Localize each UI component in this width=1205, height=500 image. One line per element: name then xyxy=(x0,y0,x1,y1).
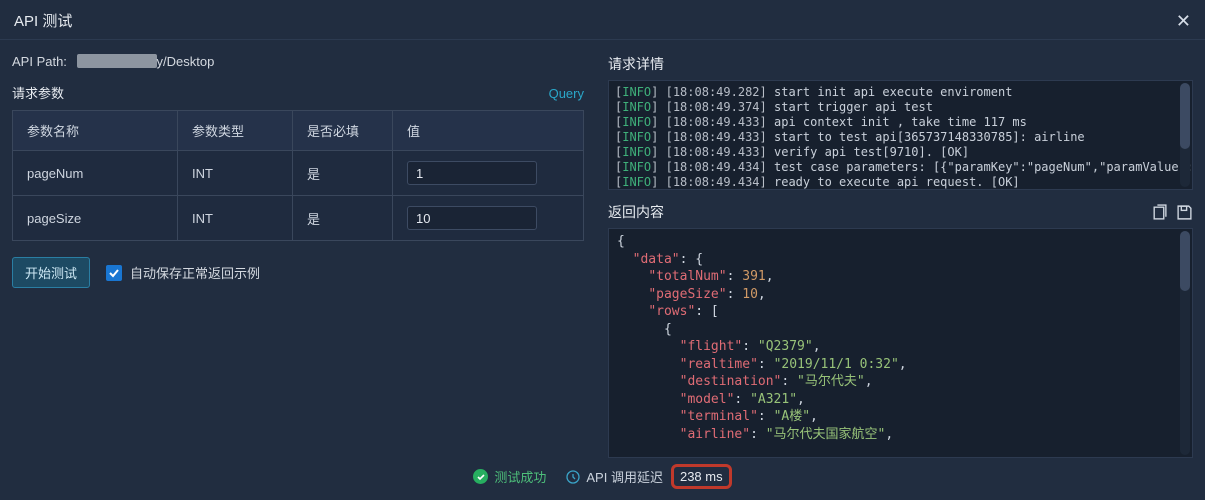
close-icon[interactable]: ✕ xyxy=(1176,12,1191,30)
left-pane: API Path: y/Desktop 请求参数 Query 参数名称 参数类型… xyxy=(12,54,584,458)
table-row: pageSize INT 是 xyxy=(13,196,584,241)
copy-icon[interactable] xyxy=(1151,204,1168,221)
col-type: 参数类型 xyxy=(178,111,293,151)
titlebar: API 测试 ✕ xyxy=(0,0,1205,40)
api-test-modal: API 测试 ✕ API Path: y/Desktop 请求参数 Query … xyxy=(0,0,1205,500)
param-value-input[interactable] xyxy=(407,161,537,185)
request-details-header: 请求详情 xyxy=(608,54,1193,74)
param-name: pageNum xyxy=(13,151,178,196)
latency-status: API 调用延迟 238 ms xyxy=(566,464,731,489)
request-params-header: 请求参数 xyxy=(12,83,64,102)
start-test-button[interactable]: 开始测试 xyxy=(12,257,90,288)
test-success-status: 测试成功 xyxy=(473,467,546,486)
latency-value: 238 ms xyxy=(671,464,732,489)
col-name: 参数名称 xyxy=(13,111,178,151)
col-value: 值 xyxy=(393,111,584,151)
footer: 测试成功 API 调用延迟 238 ms xyxy=(0,458,1205,500)
param-type: INT xyxy=(178,151,293,196)
api-path-redacted xyxy=(77,54,157,68)
autosave-checkbox[interactable]: 自动保存正常返回示例 xyxy=(106,263,260,282)
latency-label: API 调用延迟 xyxy=(586,467,663,486)
log-scrollbar-thumb[interactable] xyxy=(1180,83,1190,149)
modal-title: API 测试 xyxy=(14,10,72,31)
checkbox-checked-icon xyxy=(106,265,122,281)
param-name: pageSize xyxy=(13,196,178,241)
json-scrollbar-thumb[interactable] xyxy=(1180,231,1190,291)
query-tab[interactable]: Query xyxy=(549,86,584,101)
params-table: 参数名称 参数类型 是否必填 值 pageNum INT 是 pageSize xyxy=(12,110,584,241)
save-icon[interactable] xyxy=(1176,204,1193,221)
right-pane: 请求详情 [INFO] [18:08:49.282] start init ap… xyxy=(608,54,1193,458)
autosave-label: 自动保存正常返回示例 xyxy=(130,263,260,282)
log-output[interactable]: [INFO] [18:08:49.282] start init api exe… xyxy=(608,80,1193,190)
response-json[interactable]: { "data": { "totalNum": 391, "pageSize":… xyxy=(608,228,1193,458)
table-row: pageNum INT 是 xyxy=(13,151,584,196)
clock-icon xyxy=(566,470,580,484)
success-check-icon xyxy=(473,469,488,484)
response-header: 返回内容 xyxy=(608,202,664,222)
param-required: 是 xyxy=(293,196,393,241)
api-path-value: y/Desktop xyxy=(157,54,215,69)
api-path-row: API Path: y/Desktop xyxy=(12,54,584,69)
success-label: 测试成功 xyxy=(494,467,546,486)
param-type: INT xyxy=(178,196,293,241)
param-value-input[interactable] xyxy=(407,206,537,230)
col-required: 是否必填 xyxy=(293,111,393,151)
param-required: 是 xyxy=(293,151,393,196)
api-path-label: API Path: xyxy=(12,54,67,69)
